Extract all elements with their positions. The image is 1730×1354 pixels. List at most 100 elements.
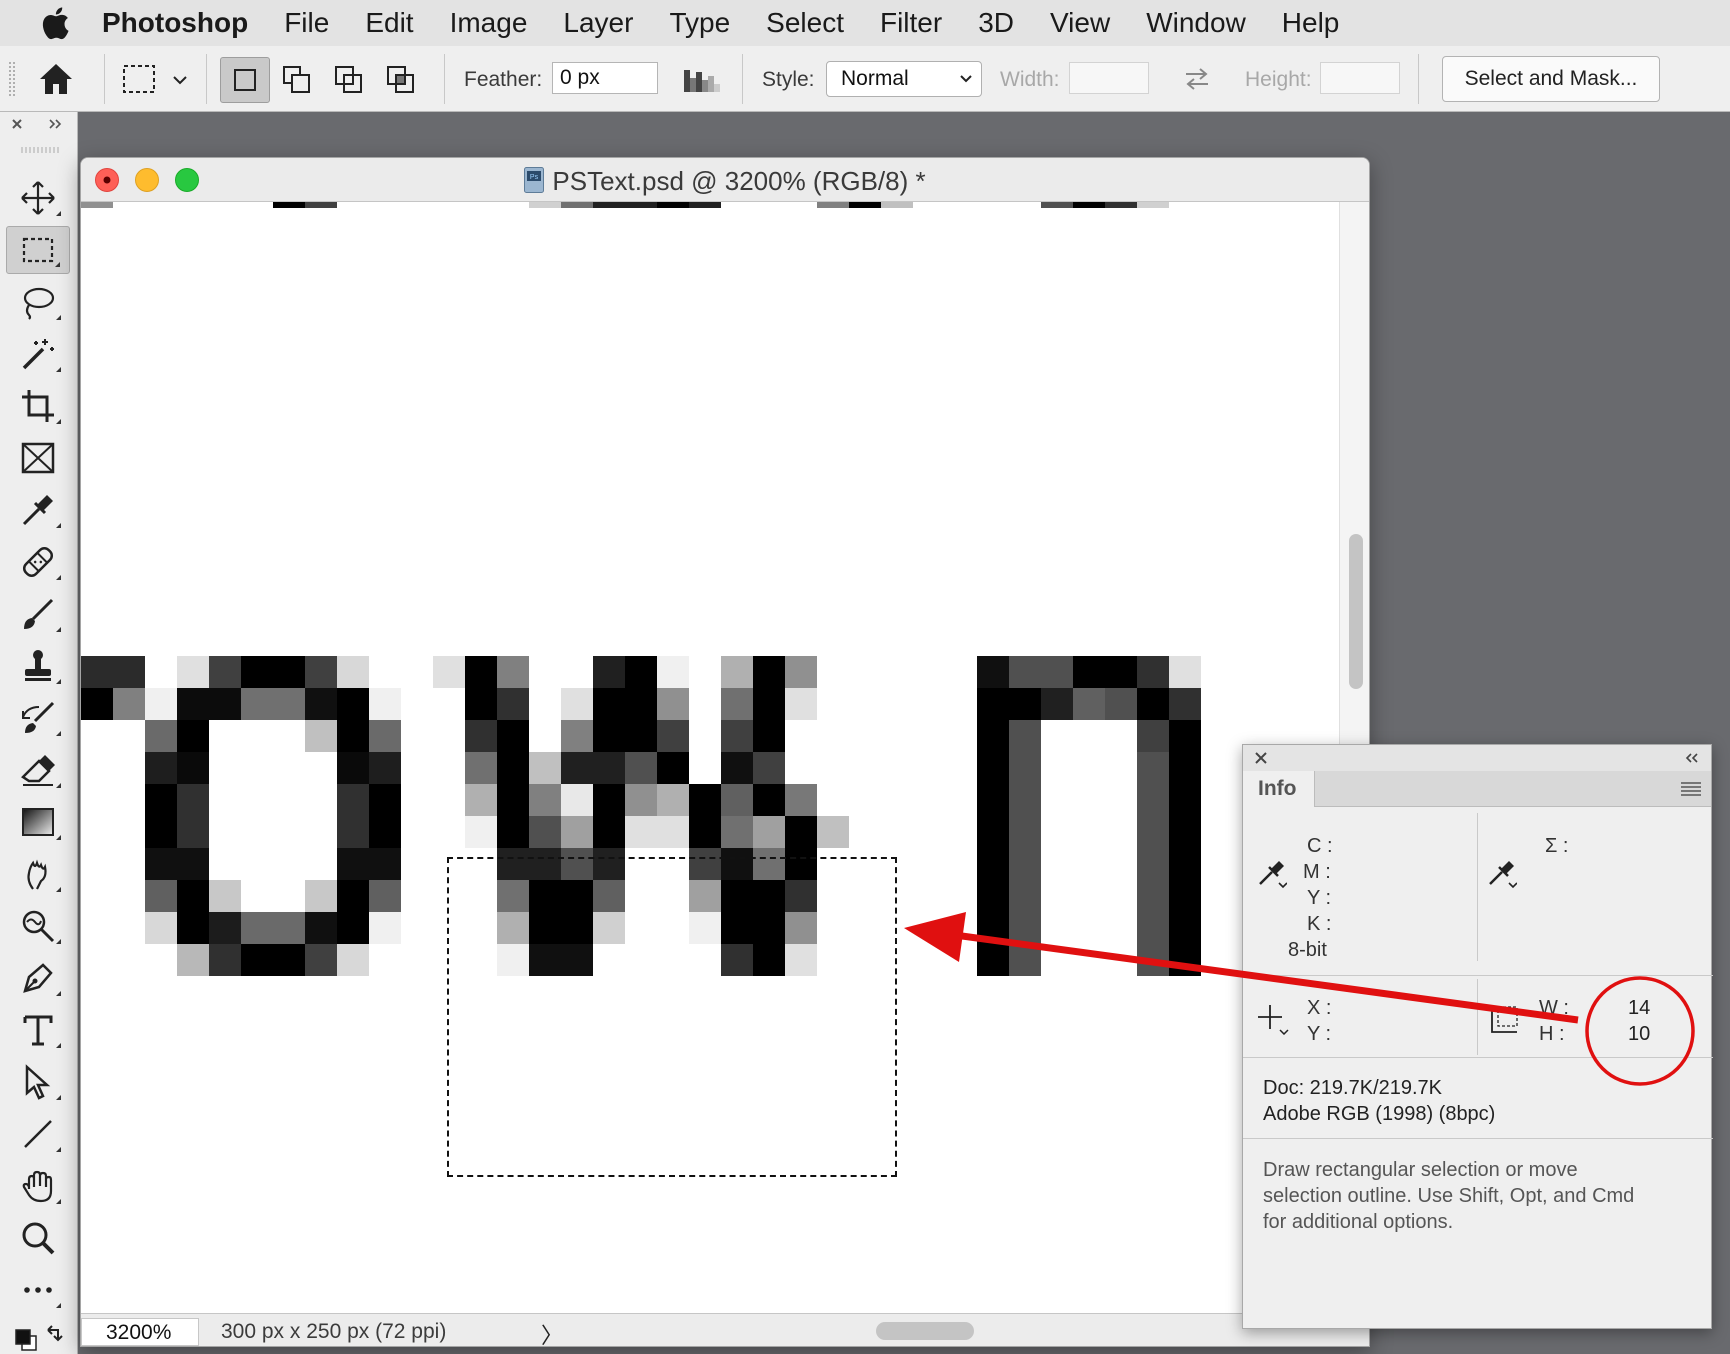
selection-size-icon[interactable]	[1489, 1003, 1521, 1035]
new-selection-button[interactable]	[220, 57, 270, 103]
canvas-pixel	[1137, 720, 1169, 752]
tools-panel	[0, 112, 78, 1354]
document-size-info[interactable]: 300 px x 250 px (72 ppi)	[221, 1320, 446, 1344]
more-tools-button[interactable]	[6, 1266, 70, 1314]
menu-edit[interactable]: Edit	[365, 7, 413, 39]
canvas-pixel	[785, 656, 817, 688]
eyedropper-icon[interactable]	[1487, 857, 1517, 891]
color-swatches[interactable]	[10, 1324, 68, 1352]
line-tool[interactable]	[6, 1110, 70, 1158]
subtract-from-selection-button[interactable]	[324, 57, 374, 103]
collapse-panel-icon[interactable]	[1685, 753, 1699, 763]
vertical-scroll-thumb[interactable]	[1349, 534, 1363, 689]
select-and-mask-button[interactable]: Select and Mask...	[1442, 56, 1660, 102]
anti-alias-icon[interactable]	[682, 64, 722, 94]
document-titlebar[interactable]: Ps PSText.psd @ 3200% (RGB/8) *	[81, 158, 1369, 202]
menu-window[interactable]: Window	[1146, 7, 1246, 39]
dodge-tool[interactable]	[6, 902, 70, 950]
canvas-pixel	[1009, 656, 1041, 688]
canvas-pixel	[689, 202, 721, 208]
frame-tool[interactable]	[6, 434, 70, 482]
intersect-selection-button[interactable]	[376, 57, 426, 103]
panel-menu-icon[interactable]	[1681, 782, 1701, 796]
swap-width-height-icon[interactable]	[1182, 66, 1212, 92]
canvas-pixel	[369, 720, 401, 752]
swap-colors-icon[interactable]	[47, 1325, 63, 1342]
zoom-level-field[interactable]: 3200%	[81, 1318, 199, 1346]
canvas-pixel	[721, 656, 753, 688]
canvas-pixel	[369, 848, 401, 880]
magic-wand-tool[interactable]	[6, 330, 70, 378]
crosshair-icon[interactable]	[1257, 1003, 1289, 1035]
expand-panel-icon[interactable]	[49, 119, 62, 129]
rectangular-marquee-tool[interactable]	[6, 226, 70, 274]
apple-logo-icon[interactable]	[40, 6, 70, 40]
feather-input[interactable]: 0 px	[552, 62, 658, 94]
menu-help[interactable]: Help	[1282, 7, 1340, 39]
preset-chevron-down-icon[interactable]	[172, 74, 188, 86]
history-brush-tool[interactable]	[6, 694, 70, 742]
crop-icon	[22, 390, 54, 422]
tab-info[interactable]: Info	[1243, 771, 1315, 807]
width-input[interactable]	[1069, 62, 1149, 94]
height-input[interactable]	[1320, 62, 1400, 94]
menu-type[interactable]: Type	[669, 7, 730, 39]
add-to-selection-button[interactable]	[272, 57, 322, 103]
panel-grip-icon[interactable]	[8, 60, 16, 100]
menu-photoshop[interactable]: Photoshop	[102, 7, 248, 39]
canvas-pixel	[1137, 784, 1169, 816]
grip-icon[interactable]	[20, 146, 60, 154]
canvas-pixel	[1009, 880, 1041, 912]
canvas-pixel	[497, 720, 529, 752]
canvas-pixel	[497, 784, 529, 816]
marquee-preset-icon[interactable]	[122, 64, 156, 94]
canvas-pixel	[497, 816, 529, 848]
canvas-pixel	[977, 688, 1009, 720]
canvas-pixel	[305, 656, 337, 688]
feather-label: Feather:	[464, 68, 543, 91]
path-selection-tool[interactable]	[6, 1058, 70, 1106]
close-icon[interactable]	[12, 119, 22, 129]
style-select[interactable]: Normal	[826, 61, 982, 97]
gradient-tool[interactable]	[6, 798, 70, 846]
move-tool[interactable]	[6, 174, 70, 222]
canvas-pixel	[1169, 944, 1201, 976]
status-menu-arrow[interactable]: 〉	[541, 1318, 563, 1346]
foreground-color-swatch[interactable]	[15, 1329, 31, 1345]
horizontal-scroll-thumb[interactable]	[876, 1322, 974, 1340]
type-tool[interactable]	[6, 1006, 70, 1054]
canvas-pixel	[241, 656, 273, 688]
menu-select[interactable]: Select	[766, 7, 844, 39]
menu-file[interactable]: File	[284, 7, 329, 39]
eraser-tool[interactable]	[6, 746, 70, 794]
canvas-pixel	[497, 688, 529, 720]
canvas-pixel	[145, 784, 177, 816]
lasso-tool[interactable]	[6, 278, 70, 326]
zoom-tool[interactable]	[6, 1214, 70, 1262]
close-icon[interactable]	[1255, 752, 1267, 764]
canvas-pixel	[593, 202, 625, 208]
smudge-tool[interactable]	[6, 850, 70, 898]
brush-tool[interactable]	[6, 590, 70, 638]
canvas-pixel	[1169, 912, 1201, 944]
hand-tool[interactable]	[6, 1162, 70, 1210]
tools-panel-header	[12, 119, 62, 129]
clone-stamp-tool[interactable]	[6, 642, 70, 690]
home-icon[interactable]	[38, 62, 74, 96]
pen-tool[interactable]	[6, 954, 70, 1002]
canvas[interactable]	[81, 202, 1339, 1313]
crop-tool[interactable]	[6, 382, 70, 430]
selection-marquee[interactable]	[447, 857, 897, 1177]
menu-view[interactable]: View	[1050, 7, 1110, 39]
eyedropper-icon[interactable]	[1257, 857, 1287, 891]
menu-filter[interactable]: Filter	[880, 7, 942, 39]
canvas-pixel	[1041, 202, 1073, 208]
menu-3d[interactable]: 3D	[978, 7, 1014, 39]
menu-image[interactable]: Image	[450, 7, 528, 39]
canvas-pixel	[465, 816, 497, 848]
eyedropper-tool[interactable]	[6, 486, 70, 534]
healing-brush-tool[interactable]	[6, 538, 70, 586]
canvas-pixel	[1009, 912, 1041, 944]
more-icon	[24, 1287, 52, 1293]
menu-layer[interactable]: Layer	[563, 7, 633, 39]
